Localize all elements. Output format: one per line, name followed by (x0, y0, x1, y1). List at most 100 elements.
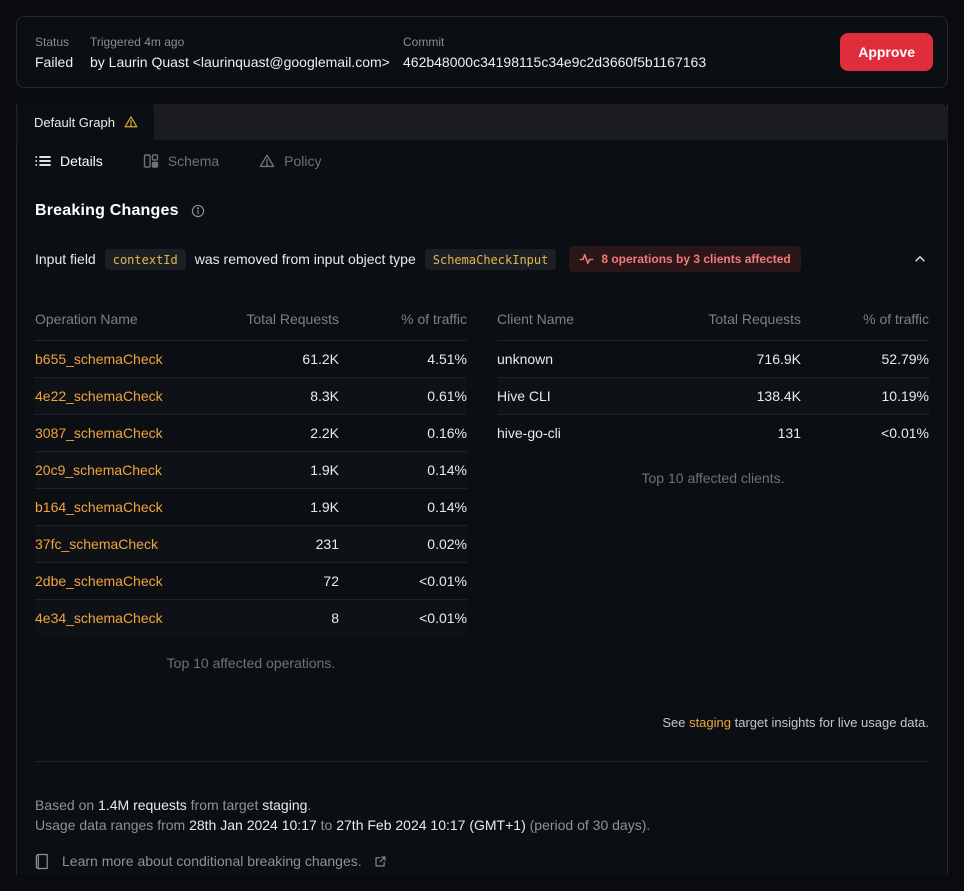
insights-note-prefix: See (662, 715, 689, 730)
usage-prefix: Usage data ranges from (35, 817, 189, 833)
clients-col-name-header: Client Name (497, 300, 649, 341)
operations-column: Operation Name Total Requests % of traff… (35, 300, 467, 671)
commit-hash: 462b48000c34198115c34e9c2d3660f5b1167163 (403, 54, 840, 70)
triggered-column: Triggered 4m ago by Laurin Quast <laurin… (90, 35, 403, 70)
operation-link[interactable]: 4e34_schemaCheck (35, 610, 163, 626)
clients-col-traffic-header: % of traffic (801, 300, 929, 341)
tab-policy[interactable]: Policy (259, 153, 321, 169)
requests-cell: 61.2K (187, 341, 339, 378)
table-row: b655_schemaCheck 61.2K 4.51% (35, 341, 467, 378)
affected-operations-badge[interactable]: 8 operations by 3 clients affected (569, 246, 800, 272)
affected-operations-label: 8 operations by 3 clients affected (601, 252, 790, 266)
requests-cell: 72 (187, 563, 339, 600)
status-value: Failed (35, 54, 90, 70)
schema-check-panel: Default Graph Details (16, 104, 948, 875)
requests-cell: 716.9K (649, 341, 801, 378)
tab-details[interactable]: Details (35, 153, 103, 169)
details-content: Breaking Changes Input field contextId w… (17, 181, 947, 875)
approve-button[interactable]: Approve (840, 33, 933, 71)
status-column: Status Failed (35, 35, 90, 70)
table-row: hive-go-cli 131 <0.01% (497, 415, 929, 452)
operation-link[interactable]: 37fc_schemaCheck (35, 536, 158, 552)
warning-triangle-icon (124, 115, 138, 129)
operation-link[interactable]: b164_schemaCheck (35, 499, 163, 515)
traffic-cell: 4.51% (339, 341, 467, 378)
traffic-cell: <0.01% (339, 563, 467, 600)
tab-schema[interactable]: Schema (143, 153, 219, 169)
breaking-change-row: Input field contextId was removed from i… (35, 246, 929, 272)
commit-column: Commit 462b48000c34198115c34e9c2d3660f5b… (403, 35, 840, 70)
requests-cell: 1.9K (187, 452, 339, 489)
operation-link[interactable]: b655_schemaCheck (35, 351, 163, 367)
table-row: 37fc_schemaCheck 231 0.02% (35, 526, 467, 563)
tab-default-graph[interactable]: Default Graph (18, 104, 154, 140)
breaking-changes-heading: Breaking Changes (35, 202, 929, 220)
operations-table-caption: Top 10 affected operations. (35, 636, 467, 671)
clients-col-requests-header: Total Requests (649, 300, 801, 341)
list-icon (35, 153, 51, 169)
learn-more-link[interactable]: Learn more about conditional breaking ch… (35, 851, 387, 871)
clients-header-row: Client Name Total Requests % of traffic (497, 300, 929, 341)
field-code-badge: contextId (105, 249, 186, 270)
traffic-cell: 10.19% (801, 378, 929, 415)
usage-to-date: 27th Feb 2024 10:17 (GMT+1) (336, 817, 526, 833)
graph-tab-label: Default Graph (34, 115, 115, 130)
table-row: 3087_schemaCheck 2.2K 0.16% (35, 415, 467, 452)
requests-cell: 138.4K (649, 378, 801, 415)
traffic-cell: <0.01% (801, 415, 929, 452)
based-on-line: Based on 1.4M requests from target stagi… (35, 795, 929, 815)
requests-cell: 8 (187, 600, 339, 637)
table-row: 2dbe_schemaCheck 72 <0.01% (35, 563, 467, 600)
table-row: Hive CLI 138.4K 10.19% (497, 378, 929, 415)
client-name-cell: unknown (497, 341, 649, 378)
operation-link[interactable]: 4e22_schemaCheck (35, 388, 163, 404)
clients-table: Client Name Total Requests % of traffic … (497, 300, 929, 451)
operation-link[interactable]: 2dbe_schemaCheck (35, 573, 163, 589)
client-name-cell: hive-go-cli (497, 415, 649, 452)
client-name-cell: Hive CLI (497, 378, 649, 415)
operations-col-traffic-header: % of traffic (339, 300, 467, 341)
requests-cell: 231 (187, 526, 339, 563)
staging-target-link[interactable]: staging (689, 715, 731, 730)
commit-label: Commit (403, 35, 840, 49)
usage-from-date: 28th Jan 2024 10:17 (189, 817, 317, 833)
triggered-by: by Laurin Quast <laurinquast@googlemail.… (90, 54, 403, 70)
status-label: Status (35, 35, 90, 49)
operations-col-requests-header: Total Requests (187, 300, 339, 341)
collapse-chevron-up-icon[interactable] (911, 250, 929, 268)
usage-to-word: to (317, 817, 336, 833)
clients-column: Client Name Total Requests % of traffic … (497, 300, 929, 671)
table-row: 4e22_schemaCheck 8.3K 0.61% (35, 378, 467, 415)
based-prefix: Based on (35, 797, 98, 813)
usage-suffix: (period of 30 days). (526, 817, 651, 833)
usage-range-line: Usage data ranges from 28th Jan 2024 10:… (35, 815, 929, 835)
requests-cell: 8.3K (187, 378, 339, 415)
traffic-cell: 52.79% (801, 341, 929, 378)
tab-details-label: Details (60, 153, 103, 169)
clients-table-caption: Top 10 affected clients. (497, 451, 929, 486)
operations-header-row: Operation Name Total Requests % of traff… (35, 300, 467, 341)
traffic-cell: 0.61% (339, 378, 467, 415)
learn-more-label: Learn more about conditional breaking ch… (62, 851, 362, 871)
based-target: staging (262, 797, 307, 813)
requests-cell: 1.9K (187, 489, 339, 526)
triggered-label: Triggered 4m ago (90, 35, 403, 49)
operation-link[interactable]: 20c9_schemaCheck (35, 462, 162, 478)
table-row: unknown 716.9K 52.79% (497, 341, 929, 378)
table-row: b164_schemaCheck 1.9K 0.14% (35, 489, 467, 526)
book-icon (35, 853, 50, 870)
affected-tables: Operation Name Total Requests % of traff… (35, 300, 929, 671)
operation-link[interactable]: 3087_schemaCheck (35, 425, 163, 441)
traffic-cell: 0.14% (339, 489, 467, 526)
operations-table: Operation Name Total Requests % of traff… (35, 300, 467, 636)
traffic-cell: 0.16% (339, 415, 467, 452)
traffic-cell: 0.02% (339, 526, 467, 563)
operations-col-name-header: Operation Name (35, 300, 187, 341)
info-icon[interactable] (191, 204, 205, 218)
requests-cell: 131 (649, 415, 801, 452)
based-mid: from target (187, 797, 262, 813)
change-prefix: Input field (35, 251, 96, 267)
external-link-icon (374, 855, 387, 868)
traffic-cell: <0.01% (339, 600, 467, 637)
tab-policy-label: Policy (284, 153, 321, 169)
